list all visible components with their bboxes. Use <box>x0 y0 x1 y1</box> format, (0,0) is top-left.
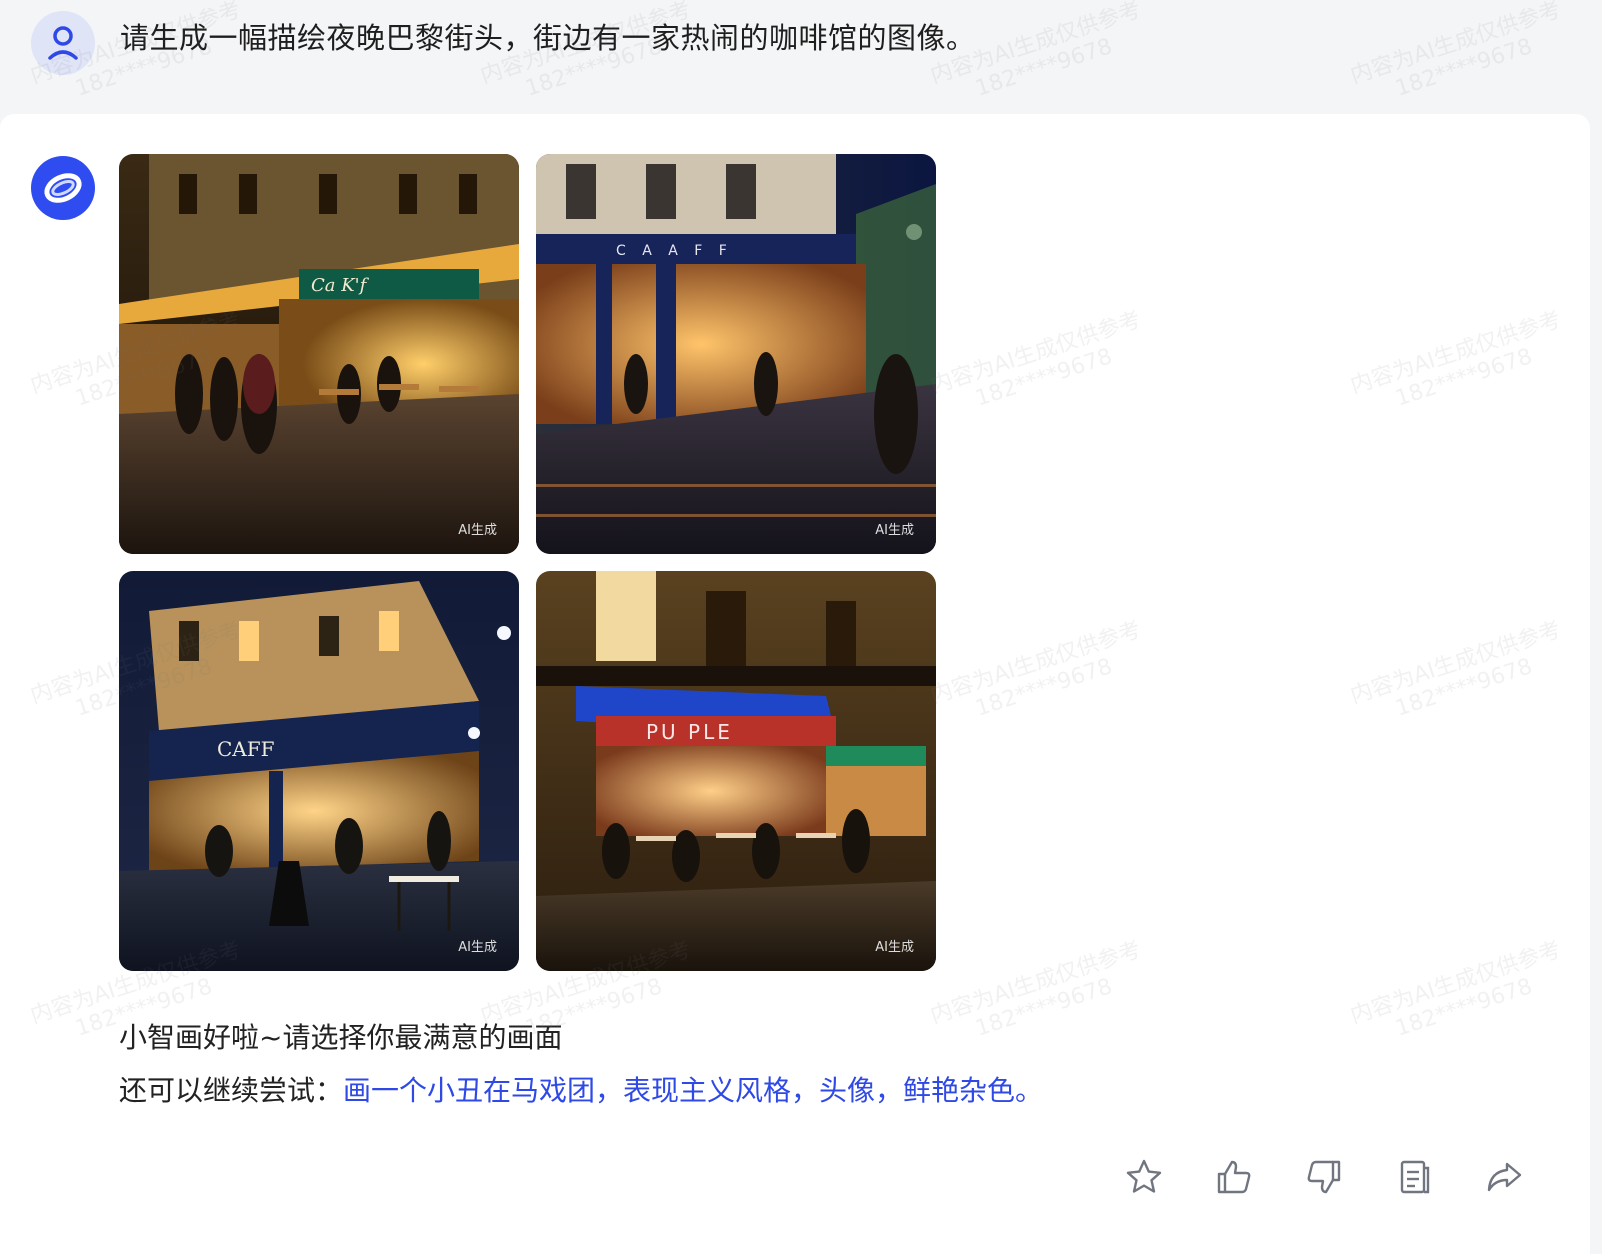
copy-icon <box>1400 1160 1430 1194</box>
like-button[interactable] <box>1215 1158 1253 1196</box>
user-message-text: 请生成一幅描绘夜晚巴黎街头，街边有一家热闹的咖啡馆的图像。 <box>120 21 976 55</box>
thumbs-down-icon <box>1307 1160 1341 1194</box>
share-icon <box>1487 1162 1522 1192</box>
image-2-signage: C A A F F <box>616 243 733 259</box>
assistant-logo-icon <box>44 173 82 203</box>
user-icon <box>48 26 78 60</box>
user-avatar <box>31 11 95 75</box>
ai-generated-tag: AI生成 <box>875 940 914 955</box>
suggestion-link[interactable]: 画一个小丑在马戏团，表现主义风格，头像，鲜艳杂色。 <box>343 1074 1043 1107</box>
ai-generated-tag: AI生成 <box>458 940 497 955</box>
user-message: 请生成一幅描绘夜晚巴黎街头，街边有一家热闹的咖啡馆的图像。 <box>0 0 1602 112</box>
assistant-avatar <box>31 156 95 220</box>
copy-button[interactable] <box>1395 1158 1433 1196</box>
generated-image-1[interactable]: Ca K'f AI生成 <box>119 154 519 554</box>
favorite-button[interactable] <box>1125 1158 1163 1196</box>
suggestion-line: 还可以继续尝试：画一个小丑在马戏团，表现主义风格，头像，鲜艳杂色。 <box>119 1071 1043 1111</box>
image-4-signage: PU PLE <box>646 720 733 744</box>
generated-image-3[interactable]: CAFF AI生成 <box>119 571 519 971</box>
image-3-signage: CAFF <box>217 737 275 761</box>
assistant-reply-text: 小智画好啦~请选择你最满意的画面 <box>119 1021 563 1054</box>
star-icon <box>1126 1159 1162 1193</box>
generated-image-2[interactable]: C A A F F AI生成 <box>536 154 936 554</box>
dislike-button[interactable] <box>1305 1158 1343 1196</box>
share-button[interactable] <box>1485 1158 1523 1196</box>
ai-generated-tag: AI生成 <box>875 523 914 538</box>
suggestion-prefix: 还可以继续尝试： <box>119 1074 344 1107</box>
image-1-signage: Ca K'f <box>311 275 370 296</box>
generated-image-grid: Ca K'f AI生成 C A A F F AI生成 CAFF AI生成 PU … <box>119 154 936 971</box>
generated-image-4[interactable]: PU PLE AI生成 <box>536 571 936 971</box>
ai-generated-tag: AI生成 <box>458 523 497 538</box>
thumbs-up-icon <box>1217 1160 1251 1194</box>
message-actions <box>1125 1158 1523 1196</box>
